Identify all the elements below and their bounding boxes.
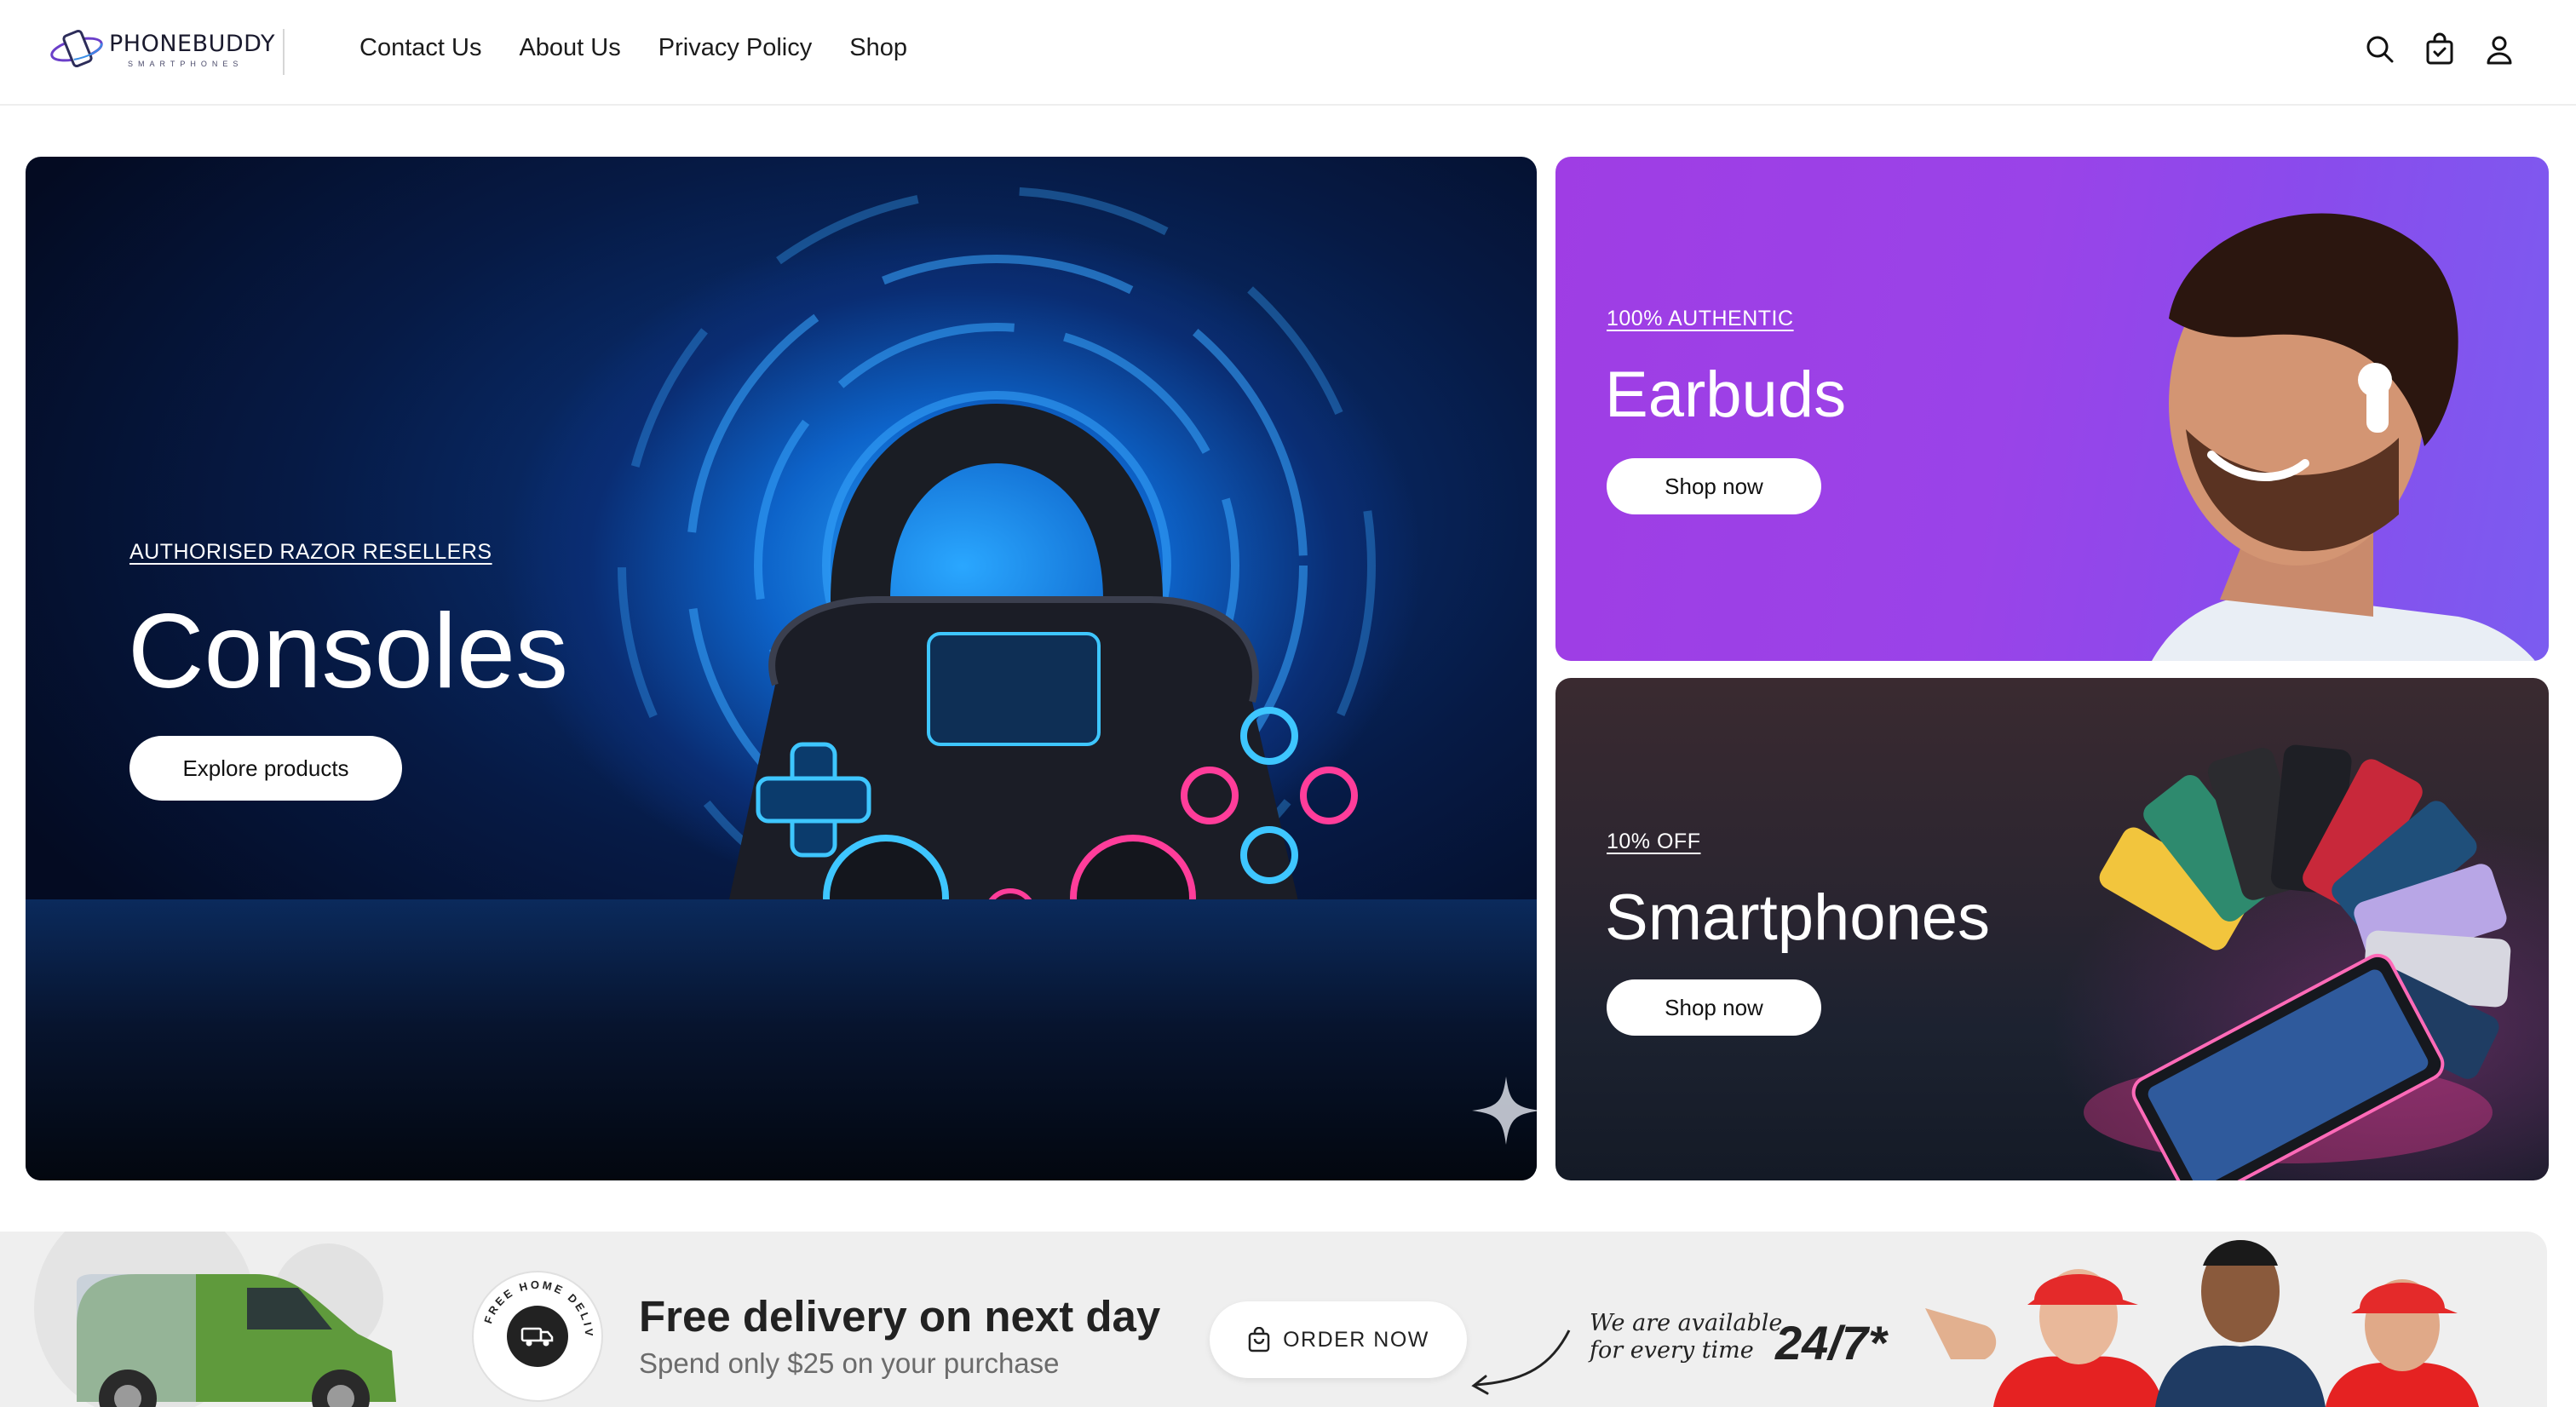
search-icon[interactable] xyxy=(2363,32,2397,66)
nav-contact-us[interactable]: Contact Us xyxy=(359,34,481,62)
brand-logo[interactable]: PHONEBUDDY SMARTPHONES xyxy=(49,26,274,75)
cart-icon[interactable] xyxy=(2423,32,2457,66)
nav-about-us[interactable]: About Us xyxy=(519,34,620,62)
order-now-button[interactable]: ORDER NOW xyxy=(1210,1301,1467,1378)
nav-shop[interactable]: Shop xyxy=(849,34,907,62)
smartphones-title: Smartphones xyxy=(1605,882,1991,954)
smartphones-shop-now-button[interactable]: Shop now xyxy=(1607,979,1821,1036)
consoles-eyebrow[interactable]: AUTHORISED RAZOR RESELLERS xyxy=(129,540,492,565)
promo-subtitle: Spend only $25 on your purchase xyxy=(639,1347,1060,1379)
promo-title: Free delivery on next day xyxy=(639,1292,1161,1341)
nav-privacy-policy[interactable]: Privacy Policy xyxy=(658,34,813,62)
availability-line-1: We are available xyxy=(1590,1310,1783,1336)
console-floor xyxy=(26,899,1537,1180)
delivery-promo-banner: FREE HOME DELIVERY Free delivery on next… xyxy=(0,1232,2547,1407)
delivery-van-illustration xyxy=(77,1274,396,1407)
smartphones-eyebrow[interactable]: 10% OFF xyxy=(1607,830,1700,854)
delivery-truck-icon xyxy=(520,1327,554,1347)
hero-consoles-banner[interactable]: AUTHORISED RAZOR RESELLERS Consoles Expl… xyxy=(26,157,1537,1180)
logo-mark-icon xyxy=(50,29,103,68)
explore-products-button[interactable]: Explore products xyxy=(129,736,402,801)
curved-arrow-icon xyxy=(1471,1329,1571,1395)
main-nav: Contact Us About Us Privacy Policy Shop xyxy=(359,34,945,62)
shopping-bag-icon xyxy=(1248,1327,1270,1352)
order-now-label: ORDER NOW xyxy=(1283,1327,1429,1352)
availability-line-2: for every time xyxy=(1590,1337,1754,1364)
brand-tagline: SMARTPHONES xyxy=(128,60,244,68)
earbuds-eyebrow[interactable]: 100% AUTHENTIC xyxy=(1607,307,1794,331)
account-icon[interactable] xyxy=(2482,32,2516,66)
support-team-illustration xyxy=(1925,1240,2479,1407)
site-header: PHONEBUDDY SMARTPHONES Contact Us About … xyxy=(0,0,2576,106)
brand-name: PHONEBUDDY xyxy=(109,31,275,57)
consoles-title: Consoles xyxy=(128,593,568,710)
free-home-delivery-badge: FREE HOME DELIVERY xyxy=(474,1272,601,1400)
hero-smartphones-banner[interactable]: 10% OFF Smartphones Shop now xyxy=(1555,678,2549,1180)
availability-text: We are available for every time xyxy=(1590,1310,1782,1364)
header-divider xyxy=(283,29,285,75)
sparkle-icon xyxy=(1472,1077,1537,1145)
earbuds-shop-now-button[interactable]: Shop now xyxy=(1607,458,1821,514)
hero-earbuds-banner[interactable]: 100% AUTHENTIC Earbuds Shop now xyxy=(1555,157,2549,661)
header-actions xyxy=(2363,32,2516,66)
earbuds-title: Earbuds xyxy=(1605,359,1847,431)
availability-hours: 24/7* xyxy=(1775,1316,1887,1370)
